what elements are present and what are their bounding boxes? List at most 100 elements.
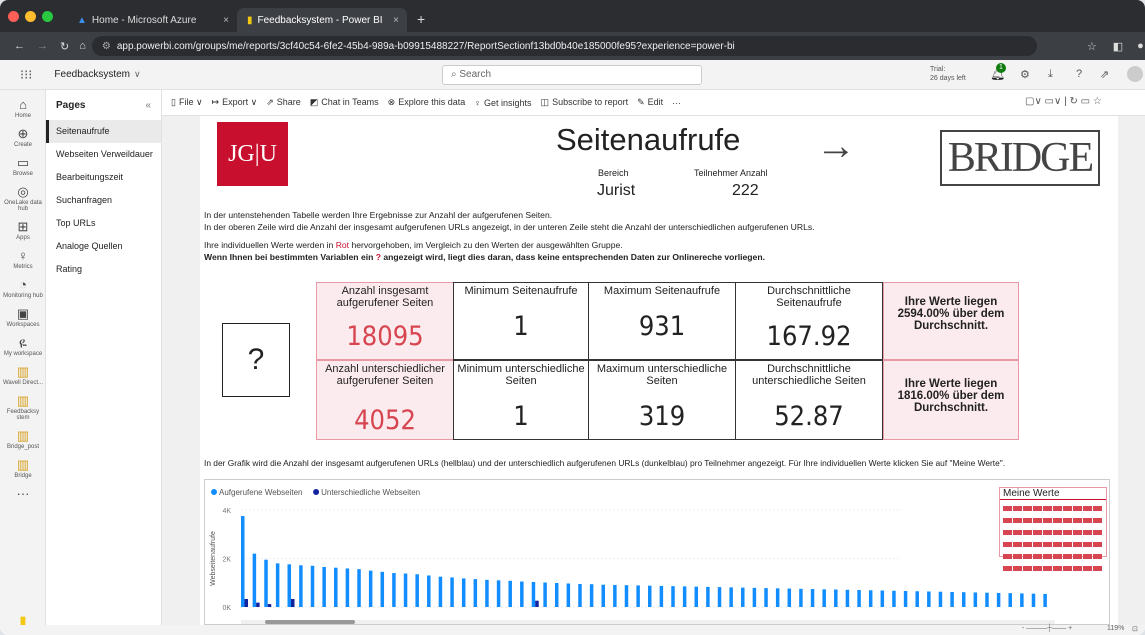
- bar: [461, 578, 466, 607]
- meine-werte-cell: [1043, 566, 1052, 571]
- bar: [752, 587, 757, 607]
- toolbar-button[interactable]: ✎ Edit: [637, 97, 663, 108]
- question-mark: ?: [247, 343, 265, 376]
- search-input[interactable]: ⌕ Search: [442, 65, 702, 85]
- rail-item[interactable]: ⌂ Home: [0, 97, 46, 119]
- toolbar-button[interactable]: ↦ Export ∨: [212, 97, 258, 108]
- meine-werte-cell: [1023, 518, 1032, 523]
- url-field[interactable]: ⚙ app.powerbi.com/groups/me/reports/3cf40…: [91, 36, 1037, 56]
- rail-item[interactable]: ···: [0, 486, 46, 502]
- bar: [310, 565, 315, 607]
- rail-item[interactable]: ⊞ Apps: [0, 219, 46, 241]
- meine-werte-cell: [1003, 530, 1012, 535]
- new-tab-button[interactable]: +: [417, 11, 425, 27]
- back-icon[interactable]: ←: [14, 40, 25, 52]
- toolbar-button[interactable]: ⇗ Share: [266, 97, 301, 108]
- rail-item[interactable]: ♀ Metrics: [0, 248, 46, 270]
- rail-item[interactable]: ▣ Workspaces: [0, 306, 46, 328]
- meine-werte-cell: [1003, 542, 1012, 547]
- profile-icon[interactable]: ●: [1137, 40, 1144, 52]
- chart-container[interactable]: Aufgerufene Webseiten Unterschiedliche We…: [204, 479, 1110, 625]
- page-item[interactable]: Seitenaufrufe: [46, 120, 161, 143]
- page-item[interactable]: Analoge Quellen: [46, 235, 161, 258]
- rail-label: Metrics: [13, 264, 33, 270]
- rail-label: Feedbacksy stem: [6, 409, 40, 421]
- toolbar-button[interactable]: ♀ Get insights: [474, 98, 531, 108]
- meine-werte-cell: [1043, 542, 1052, 547]
- toolbar-button[interactable]: ◫ Subscribe to report: [541, 97, 629, 108]
- app-launcher-icon[interactable]: ⁝⁝⁝: [20, 67, 32, 83]
- close-window-button[interactable]: [8, 10, 19, 22]
- maximize-window-button[interactable]: [42, 10, 53, 22]
- close-tab-icon[interactable]: ×: [223, 15, 229, 26]
- browser-tab-azure[interactable]: ▲ Home - Microsoft Azure ×: [67, 8, 237, 32]
- reload-icon[interactable]: ↻: [60, 40, 69, 53]
- rail-item[interactable]: ▥ Bridge: [0, 457, 46, 479]
- report-toolbar: ▯ File ∨ ↦ Export ∨ ⇗ Share ◩ Chat in Teams ⊗ Exp…: [162, 90, 1145, 116]
- home-icon[interactable]: ⌂: [79, 40, 86, 52]
- meine-werte-button[interactable]: Meine Werte: [999, 487, 1107, 571]
- sidepanel-icon[interactable]: ◧: [1113, 40, 1123, 53]
- page-item[interactable]: Bearbeitungszeit: [46, 166, 161, 189]
- meine-werte-cell: [1083, 566, 1092, 571]
- toolbar-label: Get insights: [484, 97, 532, 108]
- meine-werte-cell: [1043, 530, 1052, 535]
- meine-werte-cell: [1043, 518, 1052, 523]
- meine-werte-cell: [1073, 566, 1082, 571]
- avatar[interactable]: [1127, 66, 1143, 82]
- bar: [973, 592, 978, 607]
- view-options-icon[interactable]: ▢∨ ▭∨ | ↻ ▭ ☆: [1025, 96, 1102, 107]
- rail-item[interactable]: ▥ Feedbacksy stem: [0, 393, 46, 421]
- settings-icon[interactable]: ⚙: [1020, 68, 1030, 81]
- workspace-name[interactable]: Feedbacksystem: [54, 69, 130, 80]
- site-info-icon[interactable]: ⚙: [102, 41, 111, 52]
- browser-tab-powerbi[interactable]: ▮ Feedbacksystem - Power BI ×: [237, 8, 407, 32]
- page-item[interactable]: Webseiten Verweildauer: [46, 143, 161, 166]
- bar-chart[interactable]: Aufgerufene Webseiten Unterschiedliche We…: [205, 480, 1111, 626]
- rail-label: Apps: [16, 235, 30, 241]
- chevron-down-icon[interactable]: ∨: [134, 69, 141, 80]
- browser-window: ▲ Home - Microsoft Azure × ▮ Feedbacksystem…: [0, 0, 1145, 635]
- rail-item[interactable]: ▭ Browse: [0, 155, 46, 177]
- meine-werte-cell: [1033, 506, 1042, 511]
- rail-label: OneLake data hub: [4, 200, 42, 212]
- rail-label: Bridge_post: [6, 444, 40, 450]
- bar: [578, 583, 582, 607]
- avg-total-value: 167.92: [766, 321, 852, 352]
- toolbar-button[interactable]: ◩ Chat in Teams: [310, 97, 379, 108]
- forward-icon[interactable]: →: [37, 40, 48, 52]
- meine-werte-cell: [1053, 542, 1062, 547]
- meine-werte-cell: [1063, 518, 1072, 523]
- page-item[interactable]: Suchanfragen: [46, 189, 161, 212]
- minimize-window-button[interactable]: [25, 10, 36, 22]
- toolbar-button[interactable]: ⊗ Explore this data: [388, 97, 466, 108]
- bar: [892, 590, 896, 607]
- toolbar-button[interactable]: ▯ File ∨: [171, 97, 203, 108]
- page-item[interactable]: Rating: [46, 258, 161, 281]
- download-icon[interactable]: ⤓: [1048, 68, 1053, 81]
- fit-page-icon[interactable]: ⊡: [1132, 625, 1138, 633]
- share-feedback-icon[interactable]: ⇗: [1100, 68, 1109, 81]
- rail-item[interactable]: ◔ Monitoring hub: [0, 277, 46, 299]
- meine-werte-grid: [1003, 503, 1103, 571]
- meine-werte-cell: [1073, 530, 1082, 535]
- page-item[interactable]: Top URLs: [46, 212, 161, 235]
- toolbar-button[interactable]: ···: [672, 98, 681, 108]
- rail-item[interactable]: ዬ My workspace: [0, 335, 46, 357]
- collapse-pages-icon[interactable]: «: [145, 100, 151, 111]
- zoom-slider[interactable]: - ———┼—— +: [1022, 625, 1072, 632]
- rail-item[interactable]: ⊕ Create: [0, 126, 46, 148]
- bookmark-star-icon[interactable]: ☆: [1087, 40, 1097, 53]
- bar: [450, 577, 454, 607]
- arrow-right-icon[interactable]: →: [816, 122, 856, 170]
- trial-badge[interactable]: Trial: 26 days left: [930, 65, 966, 83]
- rail-item[interactable]: ▥ Wavell Direct...: [0, 364, 46, 386]
- max-total-cell: Maximum Seitenaufrufe 931: [588, 282, 736, 360]
- rail-item[interactable]: ▥ Bridge_post: [0, 428, 46, 450]
- bar: [267, 604, 272, 607]
- rail-icon: ▥: [16, 364, 30, 379]
- help-icon[interactable]: ?: [1076, 68, 1082, 80]
- meine-werte-cell: [1093, 506, 1102, 511]
- rail-item[interactable]: ◎ OneLake data hub: [0, 184, 46, 212]
- close-tab-icon[interactable]: ×: [393, 15, 399, 26]
